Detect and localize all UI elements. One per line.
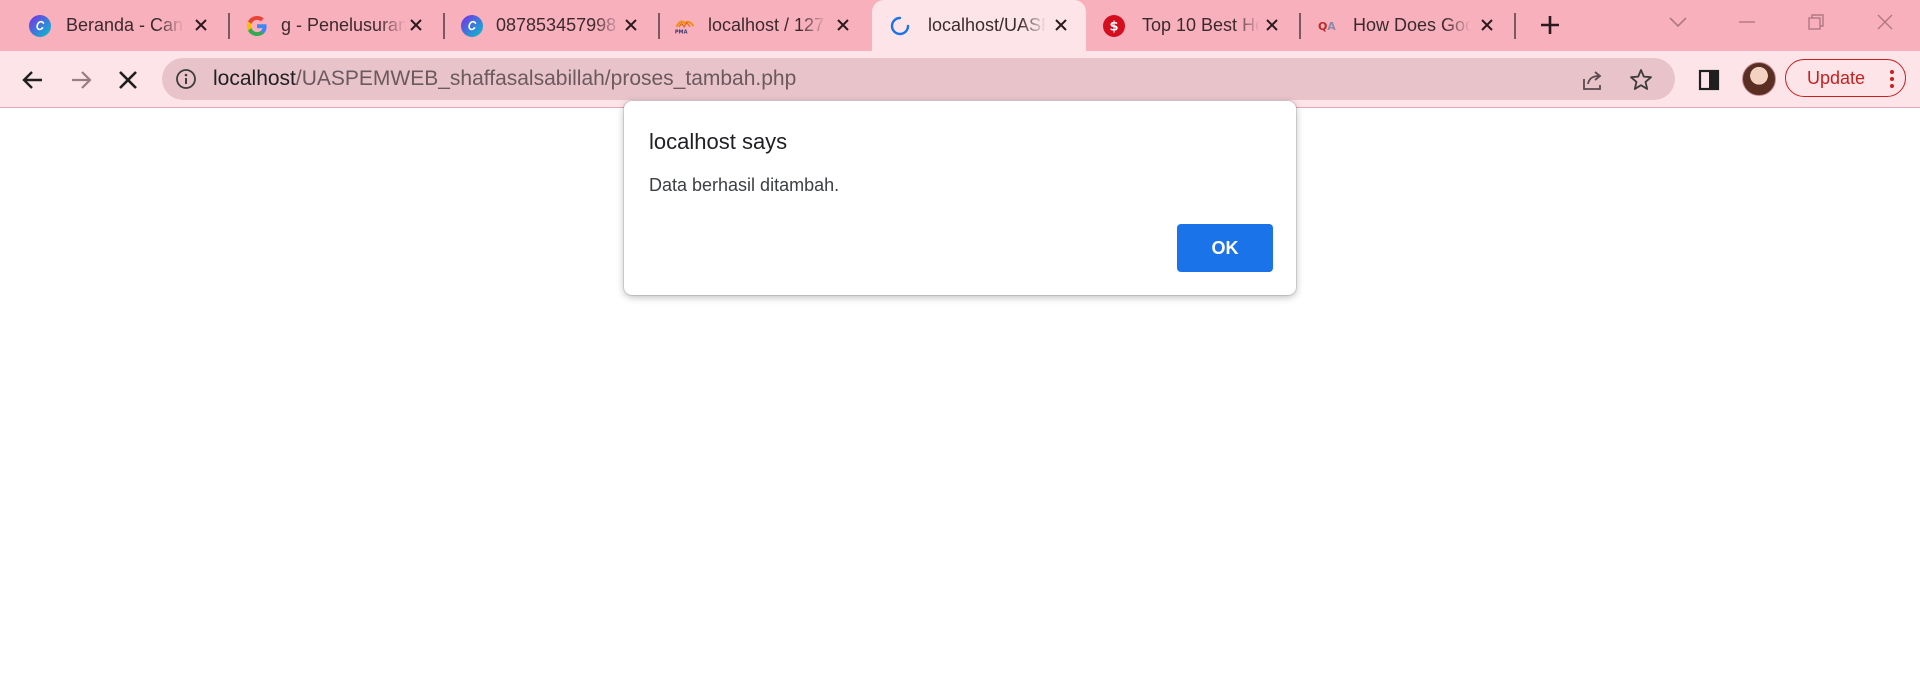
svg-text:A: A (1327, 20, 1336, 33)
tab-google-search[interactable]: g - Penelusuran Google (230, 0, 445, 51)
minimize-icon (1739, 21, 1755, 23)
svg-text:PMA: PMA (675, 29, 688, 35)
restore-button[interactable] (1796, 8, 1836, 36)
tab-search-button[interactable] (1658, 8, 1698, 36)
tab-title: localhost / 127.0.0.1 (708, 15, 826, 35)
url-text[interactable]: localhost/UASPEMWEB_shaffasalsabillah/pr… (213, 58, 796, 100)
close-tab-icon[interactable] (190, 14, 212, 36)
loading-spinner-icon (889, 15, 911, 37)
forward-button[interactable] (64, 63, 98, 97)
restore-icon (1808, 14, 1824, 30)
tab-divider (1514, 13, 1516, 39)
close-window-button[interactable] (1865, 8, 1905, 36)
arrow-right-icon (72, 71, 92, 89)
tab-canva-number[interactable]: 087853457998 (445, 0, 660, 51)
chevron-down-icon (1669, 17, 1687, 28)
arrow-left-icon (22, 71, 42, 89)
browser-toolbar: localhost/UASPEMWEB_shaffasalsabillah/pr… (0, 51, 1920, 108)
close-tab-icon[interactable] (620, 14, 642, 36)
side-panel-button[interactable] (1692, 63, 1726, 97)
new-tab-button[interactable] (1535, 10, 1565, 40)
tab-title: g - Penelusuran Google (281, 15, 406, 35)
tab-title: 087853457998 (496, 15, 617, 35)
url-path: /UASPEMWEB_shaffasalsabillah/proses_tamb… (295, 67, 797, 90)
alert-dialog: localhost says Data berhasil ditambah. O… (624, 101, 1296, 295)
bookmark-star-icon[interactable] (1628, 67, 1654, 93)
address-bar[interactable]: localhost/UASPEMWEB_shaffasalsabillah/pr… (162, 58, 1675, 100)
tab-title: Top 10 Best Hosting (1142, 15, 1260, 35)
tab-quora[interactable]: QA How Does Google (1301, 0, 1516, 51)
close-tab-icon[interactable] (832, 14, 854, 36)
back-button[interactable] (16, 63, 50, 97)
dialog-message: Data berhasil ditambah. (649, 175, 840, 195)
plus-icon (1541, 16, 1559, 34)
tab-top-hosting[interactable]: $ Top 10 Best Hosting (1086, 0, 1301, 51)
quora-icon: QA (1318, 15, 1340, 37)
canva-icon (29, 14, 51, 37)
tab-localhost-active[interactable]: localhost/UASPEMWEB (872, 0, 1086, 51)
info-icon[interactable] (175, 68, 197, 90)
close-icon (1877, 14, 1893, 30)
close-tab-icon[interactable] (1050, 14, 1072, 36)
dollar-icon: $ (1103, 14, 1125, 37)
svg-text:Q: Q (1318, 20, 1327, 33)
kebab-menu-icon (1890, 70, 1894, 88)
close-tab-icon[interactable] (1261, 14, 1283, 36)
update-label: Update (1807, 67, 1866, 88)
tab-phpmyadmin[interactable]: PMA localhost / 127.0.0.1 (660, 0, 872, 51)
update-button[interactable]: Update (1785, 59, 1906, 97)
minimize-button[interactable] (1727, 8, 1767, 36)
phpmyadmin-icon: PMA (674, 15, 696, 37)
google-icon (246, 15, 268, 37)
tab-title: Beranda - Canva (66, 15, 184, 35)
tab-strip: Beranda - Canva g - Penelusuran Google 0… (0, 0, 1920, 51)
side-panel-icon (1698, 69, 1720, 91)
canva-icon (461, 14, 483, 37)
stop-icon (119, 71, 137, 89)
profile-avatar[interactable] (1742, 62, 1776, 96)
close-tab-icon[interactable] (405, 14, 427, 36)
dialog-title: localhost says (649, 129, 788, 154)
tab-title: localhost/UASPEMWEB (928, 15, 1046, 35)
url-host: localhost (213, 67, 296, 90)
tab-title: How Does Google (1353, 15, 1471, 35)
svg-text:$: $ (1109, 19, 1118, 34)
share-icon[interactable] (1580, 67, 1606, 93)
close-tab-icon[interactable] (1476, 14, 1498, 36)
tab-canva[interactable]: Beranda - Canva (0, 0, 230, 51)
stop-loading-button[interactable] (111, 63, 145, 97)
ok-button[interactable]: OK (1177, 224, 1273, 272)
